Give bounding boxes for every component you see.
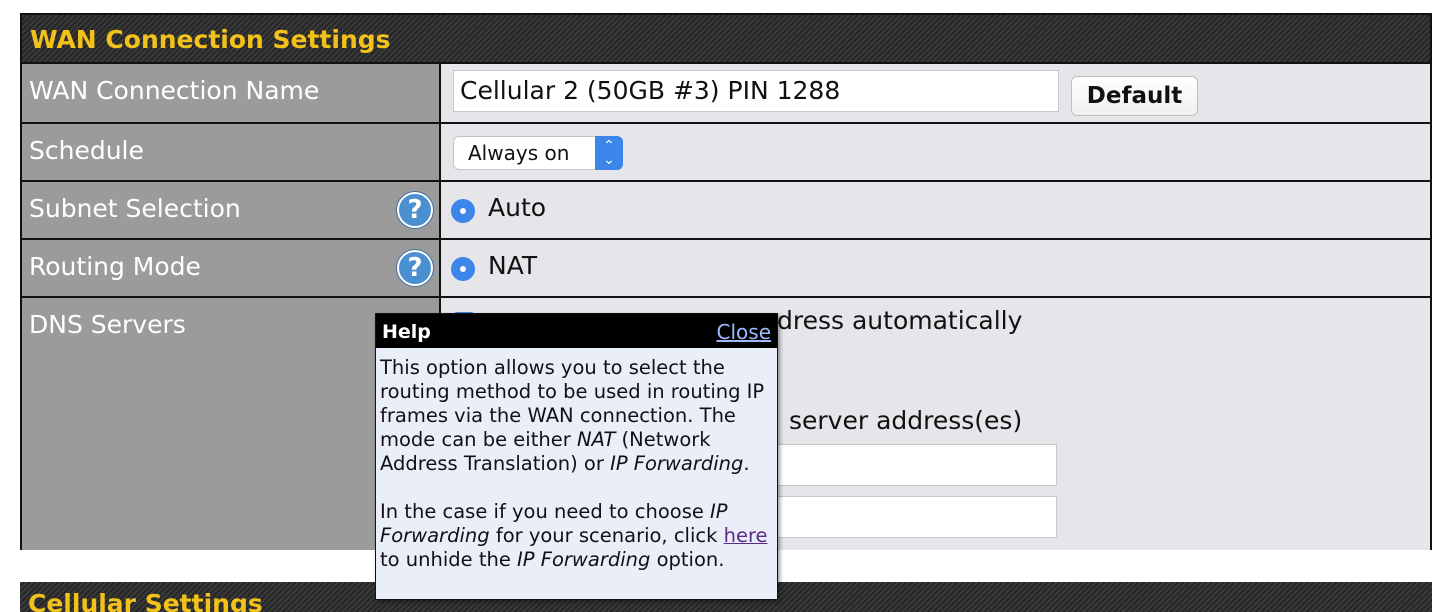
schedule-selected-value: Always on <box>468 141 570 165</box>
help-paragraph-1: This option allows you to select the rou… <box>380 356 773 476</box>
help-icon[interactable]: ? <box>397 192 433 228</box>
subnet-auto-radio[interactable] <box>451 199 475 223</box>
panel-title: WAN Connection Settings <box>22 15 1430 64</box>
dns-manual-text: server address(es) <box>789 406 1023 435</box>
schedule-label: Schedule <box>29 136 144 165</box>
row-schedule: Schedule Always on ⌃ ⌄ <box>22 122 1430 180</box>
value-cell: Always on ⌃ ⌄ <box>441 124 1430 180</box>
label-cell: Subnet Selection ? <box>22 182 441 238</box>
help-here-link[interactable]: here <box>724 524 768 547</box>
help-text: to unhide the <box>380 548 518 571</box>
help-popup: Help Close This option allows you to sel… <box>375 313 778 600</box>
chevron-updown-icon: ⌃ ⌄ <box>595 136 623 170</box>
row-subnet-selection: Subnet Selection ? Auto <box>22 180 1430 238</box>
help-close-link[interactable]: Close <box>717 320 771 344</box>
value-cell: Auto <box>441 182 1430 238</box>
help-text: option. <box>650 548 725 571</box>
label-cell: Routing Mode ? <box>22 240 441 296</box>
help-paragraph-2: In the case if you need to choose IP For… <box>380 500 773 572</box>
label-cell: WAN Connection Name <box>22 64 441 122</box>
wan-connection-name-input[interactable]: Cellular 2 (50GB #3) PIN 1288 <box>453 70 1059 112</box>
label-cell: Schedule <box>22 124 441 180</box>
schedule-select[interactable]: Always on ⌃ ⌄ <box>453 136 623 170</box>
help-body: This option allows you to select the rou… <box>376 348 777 572</box>
row-routing-mode: Routing Mode ? NAT <box>22 238 1430 296</box>
dns-auto-text: dress automatically <box>777 306 1023 335</box>
dns-servers-label: DNS Servers <box>29 310 186 339</box>
routing-mode-label: Routing Mode <box>29 252 201 281</box>
help-icon[interactable]: ? <box>397 250 433 286</box>
routing-nat-radio[interactable] <box>451 257 475 281</box>
row-wan-connection-name: WAN Connection Name Cellular 2 (50GB #3)… <box>22 62 1430 122</box>
routing-nat-label: NAT <box>488 251 538 280</box>
subnet-selection-label: Subnet Selection <box>29 194 241 223</box>
value-cell: NAT <box>441 240 1430 296</box>
help-text-nat: NAT <box>576 428 616 451</box>
help-text: In the case if you need to choose <box>380 500 711 523</box>
default-button[interactable]: Default <box>1071 76 1198 116</box>
help-text: for your scenario, click <box>489 524 724 547</box>
wan-connection-name-label: WAN Connection Name <box>29 76 320 105</box>
help-title-bar: Help Close <box>376 314 777 348</box>
subnet-auto-label: Auto <box>488 193 547 222</box>
help-text-ip-forwarding: IP Forwarding <box>517 548 651 571</box>
value-cell: Cellular 2 (50GB #3) PIN 1288 Default <box>441 64 1430 122</box>
help-text-ip-forwarding: IP Forwarding <box>610 452 744 475</box>
help-title: Help <box>382 321 431 343</box>
help-text: . <box>743 452 750 475</box>
